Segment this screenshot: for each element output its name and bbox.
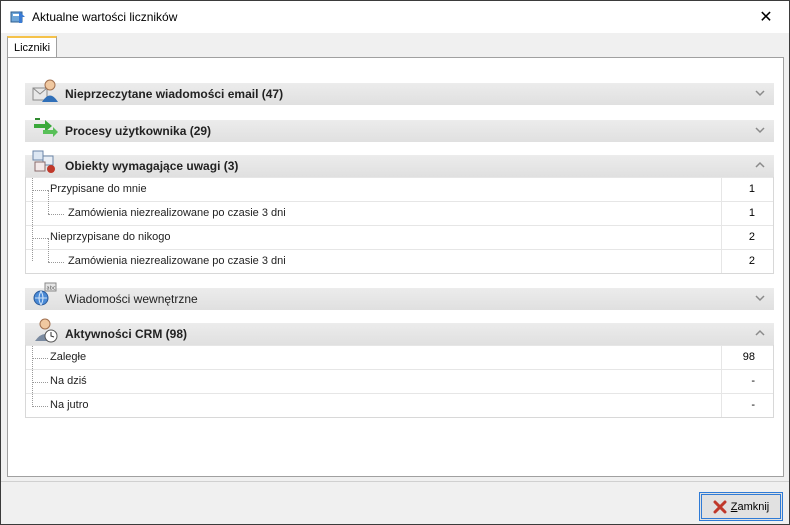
tree-line xyxy=(32,382,48,383)
section-attention-objects[interactable]: Obiekty wymagające uwagi (3) xyxy=(25,150,774,177)
list-item[interactable]: Na jutro - xyxy=(26,393,773,417)
user-email-icon xyxy=(31,76,59,104)
row-value: 1 xyxy=(721,178,773,201)
list-item[interactable]: Zamówienia niezrealizowane po czasie 3 d… xyxy=(26,238,773,273)
row-label: Zamówienia niezrealizowane po czasie 3 d… xyxy=(68,255,286,267)
row-label: Nieprzypisane do nikogo xyxy=(50,231,171,243)
section-user-processes[interactable]: Procesy użytkownika (29) xyxy=(25,118,774,142)
row-label: Zamówienia niezrealizowane po czasie 3 d… xyxy=(68,207,286,219)
row-label: Na dziś xyxy=(50,375,87,387)
section-title: Wiadomości wewnętrzne xyxy=(65,292,198,306)
section-title: Aktywności CRM (98) xyxy=(65,327,188,341)
chevron-up-icon[interactable] xyxy=(754,326,766,340)
tree-line xyxy=(32,358,48,359)
title-bar[interactable]: Aktualne wartości liczników ✕ xyxy=(1,1,789,33)
row-label: Zaległe xyxy=(50,351,87,363)
row-value: 2 xyxy=(721,226,773,249)
chevron-up-icon[interactable] xyxy=(754,158,766,172)
row-label: Na jutro xyxy=(50,399,89,411)
footer-divider xyxy=(1,481,789,482)
row-label: Przypisane do mnie xyxy=(50,183,147,195)
section-unread-email[interactable]: Nieprzeczytane wiadomości email (47) xyxy=(25,79,774,105)
section-title: Nieprzeczytane wiadomości email (47) xyxy=(65,87,284,101)
tree-line xyxy=(32,406,48,407)
row-value: - xyxy=(721,394,773,417)
row-value: 2 xyxy=(721,250,773,273)
crm-activities-icon xyxy=(31,316,59,344)
close-button-label: Zamknij xyxy=(730,500,770,513)
svg-text:abc: abc xyxy=(47,286,56,292)
tab-liczniki[interactable]: Liczniki xyxy=(7,36,58,58)
chevron-down-icon[interactable] xyxy=(754,123,766,137)
app-icon xyxy=(10,9,26,25)
close-button[interactable]: Zamknij xyxy=(699,492,783,521)
list-item[interactable]: Zaległe 98 xyxy=(26,345,773,369)
attention-objects-icon xyxy=(31,148,59,176)
list-item[interactable]: Przypisane do mnie 1 xyxy=(26,177,773,201)
close-x-icon xyxy=(713,500,727,514)
tree-line xyxy=(32,190,48,191)
tree-line xyxy=(48,190,49,214)
row-value: 98 xyxy=(721,346,773,369)
section-crm-activities[interactable]: Aktywności CRM (98) xyxy=(25,318,774,345)
tree-line xyxy=(48,262,64,263)
attention-objects-list: Przypisane do mnie 1 Zamówienia niezreal… xyxy=(25,177,774,274)
section-title: Obiekty wymagające uwagi (3) xyxy=(65,159,239,173)
list-item[interactable]: Zamówienia niezrealizowane po czasie 3 d… xyxy=(26,190,773,225)
tree-line xyxy=(32,238,48,239)
tree-line xyxy=(48,238,49,262)
list-item[interactable]: Nieprzypisane do nikogo 2 xyxy=(26,225,773,249)
tree-line xyxy=(48,214,64,215)
chevron-down-icon[interactable] xyxy=(754,291,766,305)
process-arrows-icon xyxy=(31,113,59,141)
counters-panel: Nieprzeczytane wiadomości email (47) Pro… xyxy=(7,57,784,477)
tab-strip: Liczniki xyxy=(5,34,785,58)
section-internal-messages[interactable]: abc Wiadomości wewnętrzne xyxy=(25,282,774,310)
chevron-down-icon[interactable] xyxy=(754,86,766,100)
section-title: Procesy użytkownika (29) xyxy=(65,124,212,138)
dialog-window: Aktualne wartości liczników ✕ Liczniki N… xyxy=(0,0,790,525)
list-item[interactable]: Na dziś - xyxy=(26,369,773,393)
window-title: Aktualne wartości liczników xyxy=(32,10,178,24)
close-icon[interactable]: ✕ xyxy=(743,1,789,32)
crm-activities-list: Zaległe 98 Na dziś - Na jutro - xyxy=(25,345,774,418)
row-value: 1 xyxy=(721,202,773,225)
internal-messages-icon: abc xyxy=(31,281,59,309)
row-value: - xyxy=(721,370,773,393)
